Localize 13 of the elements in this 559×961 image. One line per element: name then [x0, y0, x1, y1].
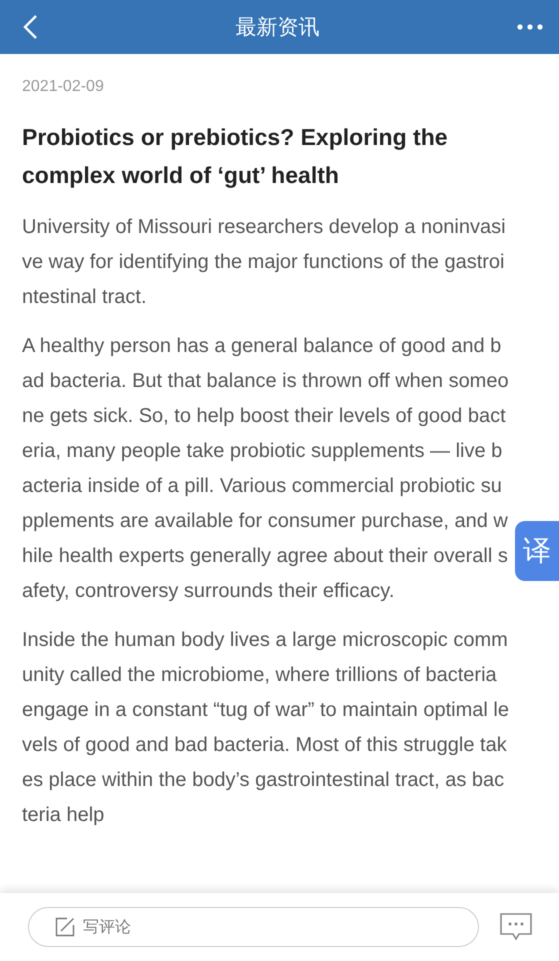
article-paragraph: A healthy person has a general balance of good and bad bacteria. But that balance is thrown off when someone gets sick. So, to help boost their levels of good bacteria, many people take probiotic supplements — live bacteria inside of a pill. Various commercial probiotic supplements are available for consumer purchase, and while health experts generally agree about their overall safety, controversy surrounds their efficacy.: [22, 334, 509, 604]
comment-placeholder: 写评论: [83, 916, 131, 938]
more-icon[interactable]: [517, 24, 543, 30]
comment-field[interactable]: 写评论: [28, 907, 479, 947]
back-icon[interactable]: [22, 14, 38, 40]
article-title: Probiotics or prebiotics? Exploring the complex world of ‘gut’ health: [22, 123, 449, 190]
edit-icon: [55, 917, 75, 937]
article-paragraph: University of Missouri researchers develop a noninvasive way for identifying the major functions of the gastrointestinal tract.: [22, 215, 507, 310]
chat-icon[interactable]: [499, 912, 533, 942]
translate-button[interactable]: 译: [515, 521, 559, 581]
article-date: 2021-02-09: [22, 78, 105, 96]
header-title: 最新资讯: [236, 14, 320, 41]
article-paragraph: Inside the human body lives a large microscopic community called the microbiome, where trillions of bacteria engage in a constant “tug of war” to maintain optimal levels of good and bad bacteria. Most of this struggle takes place within the body’s gastrointestinal tract, as bacteria help: [22, 628, 509, 828]
